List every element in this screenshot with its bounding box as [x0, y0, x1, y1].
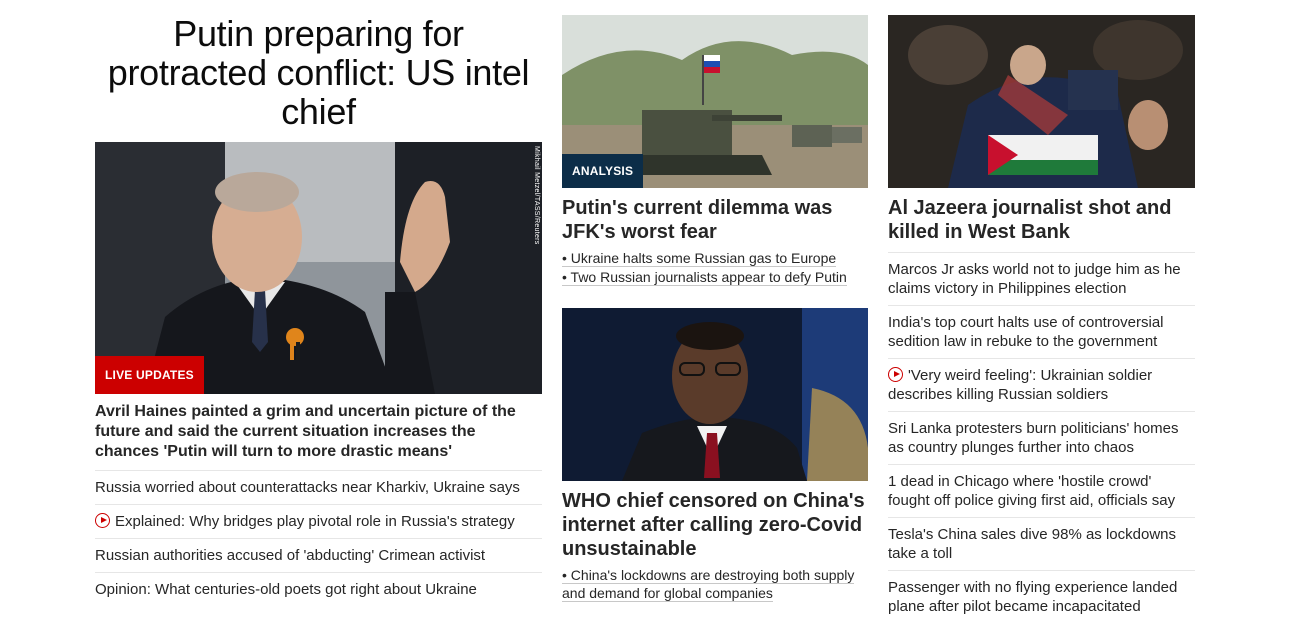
headline-link[interactable]: Passenger with no flying experience land…: [888, 579, 1177, 615]
list-item[interactable]: 'Very weird feeling': Ukrainian soldier …: [888, 358, 1195, 411]
story-headline[interactable]: Putin's current dilemma was JFK's worst …: [562, 196, 868, 244]
bullet-link[interactable]: Two Russian journalists appear to defy P…: [571, 269, 847, 285]
story-bullets: • China's lockdowns are destroying both …: [562, 566, 868, 603]
journalist-image[interactable]: [888, 15, 1195, 188]
story-bullets: • Ukraine halts some Russian gas to Euro…: [562, 249, 868, 287]
list-item[interactable]: India's top court halts use of controver…: [888, 305, 1195, 358]
story-headline[interactable]: WHO chief censored on China's internet a…: [562, 489, 868, 561]
bullet-item[interactable]: • Two Russian journalists appear to defy…: [562, 268, 868, 287]
lead-headline[interactable]: Putin preparing for protracted conflict:…: [95, 14, 542, 142]
bullet-link[interactable]: Ukraine halts some Russian gas to Europe: [571, 250, 836, 266]
live-updates-badge[interactable]: LIVE UPDATES: [95, 356, 204, 394]
list-item[interactable]: 1 dead in Chicago where 'hostile crowd' …: [888, 464, 1195, 517]
bullet-link[interactable]: China's lockdowns are destroying both su…: [562, 567, 854, 601]
headline-link[interactable]: Sri Lanka protesters burn politicians' h…: [888, 420, 1179, 456]
list-item[interactable]: Marcos Jr asks world not to judge him as…: [888, 252, 1195, 305]
who-chief-image[interactable]: [562, 308, 868, 481]
related-link[interactable]: Opinion: What centuries-old poets got ri…: [95, 581, 477, 598]
list-item[interactable]: Sri Lanka protesters burn politicians' h…: [888, 411, 1195, 464]
play-icon: [888, 367, 903, 382]
bullet-item[interactable]: • Ukraine halts some Russian gas to Euro…: [562, 249, 868, 268]
headline-link[interactable]: India's top court halts use of controver…: [888, 314, 1164, 350]
list-item[interactable]: Passenger with no flying experience land…: [888, 570, 1195, 623]
tank-image[interactable]: ANALYSIS: [562, 15, 868, 188]
middle-column: ANALYSIS Putin's current dilemma was JFK…: [562, 0, 868, 603]
list-item[interactable]: Russia worried about counterattacks near…: [95, 470, 542, 504]
photo-credit: Mikhail Metzel/TASS/Reuters: [533, 146, 540, 245]
tedros-photo: [562, 308, 868, 481]
related-link[interactable]: Russia worried about counterattacks near…: [95, 479, 520, 496]
right-column: Al Jazeera journalist shot and killed in…: [888, 0, 1195, 623]
lead-image[interactable]: Mikhail Metzel/TASS/Reuters LIVE UPDATES: [95, 142, 542, 394]
related-link[interactable]: Explained: Why bridges play pivotal role…: [115, 513, 515, 530]
list-item[interactable]: Explained: Why bridges play pivotal role…: [95, 504, 542, 538]
list-item[interactable]: Russian authorities accused of 'abductin…: [95, 538, 542, 572]
story-headline[interactable]: Al Jazeera journalist shot and killed in…: [888, 196, 1195, 244]
related-link[interactable]: Russian authorities accused of 'abductin…: [95, 547, 485, 564]
list-item[interactable]: Tesla's China sales dive 98% as lockdown…: [888, 517, 1195, 570]
headline-link[interactable]: 'Very weird feeling': Ukrainian soldier …: [888, 367, 1152, 403]
related-links-list: Russia worried about counterattacks near…: [95, 470, 542, 606]
lead-description[interactable]: Avril Haines painted a grim and uncertai…: [95, 402, 542, 462]
list-item[interactable]: Opinion: What centuries-old poets got ri…: [95, 572, 542, 606]
headline-link[interactable]: Tesla's China sales dive 98% as lockdown…: [888, 526, 1176, 562]
lead-story: Putin preparing for protracted conflict:…: [95, 0, 542, 606]
funeral-photo: [888, 15, 1195, 188]
headline-link[interactable]: 1 dead in Chicago where 'hostile crowd' …: [888, 473, 1175, 509]
analysis-badge[interactable]: ANALYSIS: [562, 154, 644, 188]
headline-list: Marcos Jr asks world not to judge him as…: [888, 252, 1195, 623]
bullet-item[interactable]: • China's lockdowns are destroying both …: [562, 566, 868, 603]
headline-link[interactable]: Marcos Jr asks world not to judge him as…: [888, 261, 1181, 297]
play-icon: [95, 513, 110, 528]
